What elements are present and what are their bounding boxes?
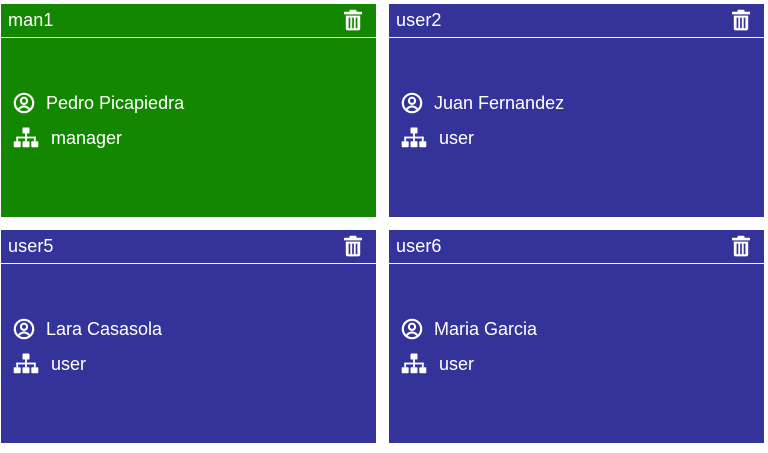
- user-card[interactable]: man1 Pedro Picapiedra manager: [1, 4, 376, 217]
- card-header: user2: [389, 4, 764, 38]
- user-circle-icon: [13, 317, 41, 341]
- role: user: [51, 354, 87, 374]
- name-row: Maria Garcia: [401, 317, 537, 341]
- trash-icon: [344, 9, 362, 31]
- sitemap-icon: [13, 126, 51, 150]
- card-username: user5: [8, 236, 54, 256]
- name-row: Lara Casasola: [13, 317, 162, 341]
- user-circle-icon: [401, 317, 429, 341]
- full-name: Pedro Picapiedra: [46, 93, 185, 113]
- role-row: manager: [13, 126, 122, 150]
- full-name: Juan Fernandez: [434, 93, 565, 113]
- trash-icon: [732, 235, 750, 257]
- role-row: user: [401, 352, 474, 376]
- delete-button[interactable]: [731, 9, 751, 31]
- full-name: Lara Casasola: [46, 319, 163, 339]
- sitemap-icon: [401, 126, 439, 150]
- trash-icon: [344, 235, 362, 257]
- sitemap-icon: [401, 352, 439, 376]
- user-card[interactable]: user5 Lara Casasola user: [1, 230, 376, 443]
- role-row: user: [401, 126, 474, 150]
- role: user: [439, 354, 475, 374]
- role: manager: [51, 128, 123, 148]
- user-circle-icon: [13, 91, 41, 115]
- user-card-grid: man1 Pedro Picapiedra manager user2 Juan…: [1, 4, 765, 443]
- name-row: Pedro Picapiedra: [13, 91, 184, 115]
- trash-icon: [732, 9, 750, 31]
- name-row: Juan Fernandez: [401, 91, 564, 115]
- card-header: user5: [1, 230, 376, 264]
- user-circle-icon: [401, 91, 429, 115]
- card-header: man1: [1, 4, 376, 38]
- user-card[interactable]: user2 Juan Fernandez user: [389, 4, 764, 217]
- sitemap-icon: [13, 352, 51, 376]
- card-username: user2: [396, 10, 442, 30]
- delete-button[interactable]: [731, 235, 751, 257]
- user-card[interactable]: user6 Maria Garcia user: [389, 230, 764, 443]
- delete-button[interactable]: [343, 235, 363, 257]
- role: user: [439, 128, 475, 148]
- role-row: user: [13, 352, 86, 376]
- delete-button[interactable]: [343, 9, 363, 31]
- card-header: user6: [389, 230, 764, 264]
- card-username: man1: [8, 10, 54, 30]
- full-name: Maria Garcia: [434, 319, 538, 339]
- card-username: user6: [396, 236, 442, 256]
